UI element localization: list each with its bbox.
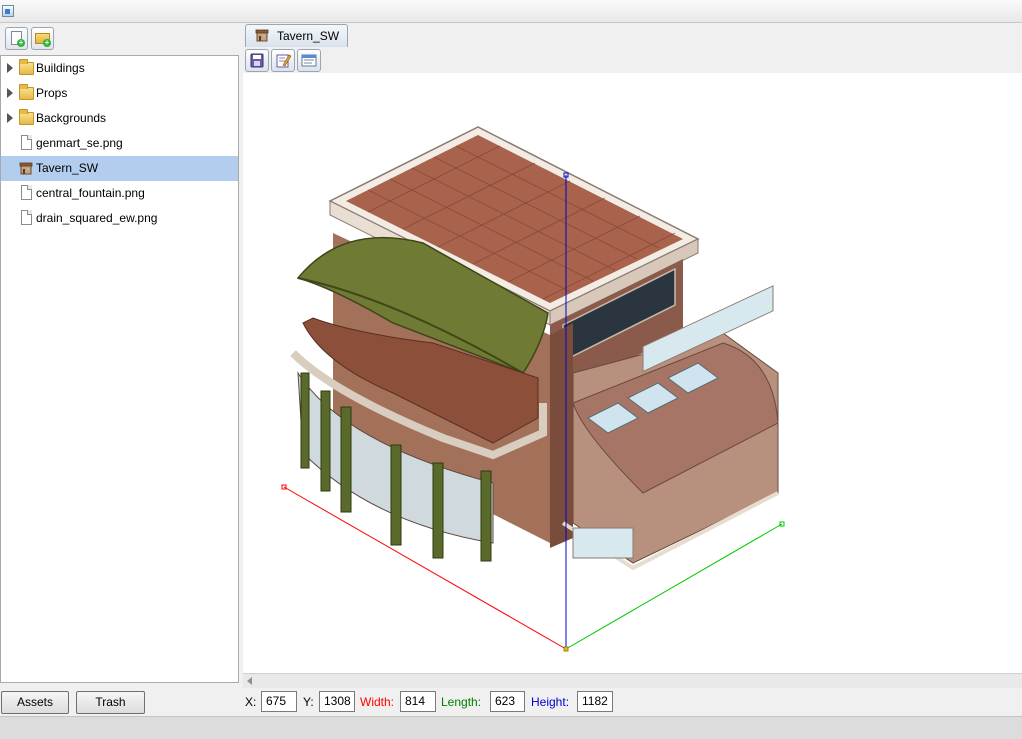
plus-icon: + (43, 38, 51, 47)
expand-arrow-icon[interactable] (7, 63, 13, 73)
tree-item-label: Buildings (36, 61, 85, 75)
building-icon (255, 29, 269, 42)
asset-tree[interactable]: Buildings Props Backgrounds genmart_se.p… (0, 55, 239, 683)
tree-item-label: Props (36, 86, 68, 100)
folder-icon (19, 109, 34, 125)
tree-item-backgrounds[interactable]: Backgrounds (1, 106, 238, 131)
edit-icon (276, 54, 292, 68)
width-label: Width: (360, 695, 395, 709)
tree-item-central-fountain[interactable]: central_fountain.png (1, 181, 238, 206)
horizontal-scrollbar[interactable] (243, 673, 1022, 688)
tab-tavern-sw[interactable]: Tavern_SW (245, 24, 348, 47)
tree-item-props[interactable]: Props (1, 81, 238, 106)
x-field[interactable]: 675 (261, 691, 297, 712)
tree-item-genmart[interactable]: genmart_se.png (1, 131, 238, 156)
building-sprite[interactable] (243, 73, 1022, 673)
app-icon (2, 5, 14, 17)
tab-label: Tavern_SW (277, 29, 340, 43)
building-icon (19, 162, 33, 175)
y-field[interactable]: 1308 (319, 691, 355, 712)
expand-arrow-icon[interactable] (7, 113, 13, 123)
tree-item-buildings[interactable]: Buildings (1, 56, 238, 81)
new-folder-button[interactable]: + (31, 27, 54, 50)
trash-button[interactable]: Trash (76, 691, 145, 714)
dimension-bar: X: 675 Y: 1308 Width: 814 Length: 623 He… (243, 690, 643, 714)
length-label: Length: (441, 695, 482, 709)
y-label: Y: (303, 695, 314, 709)
height-field[interactable]: 1182 (577, 691, 613, 712)
x-label: X: (245, 695, 257, 709)
save-icon (250, 53, 264, 68)
file-icon (21, 185, 32, 200)
properties-button[interactable] (297, 49, 321, 72)
tree-item-label: genmart_se.png (36, 136, 123, 150)
folder-icon (19, 59, 34, 75)
width-field[interactable]: 814 (400, 691, 436, 712)
length-field[interactable]: 623 (490, 691, 525, 712)
tree-item-label: drain_squared_ew.png (36, 211, 158, 225)
new-document-button[interactable]: + (5, 27, 28, 50)
editor-canvas[interactable] (243, 73, 1022, 673)
height-label: Height: (531, 695, 570, 709)
scroll-left-icon[interactable] (247, 677, 252, 685)
tree-item-label: Tavern_SW (36, 161, 99, 175)
file-icon (21, 135, 32, 150)
expand-arrow-icon[interactable] (7, 88, 13, 98)
status-bar (0, 716, 1022, 739)
tree-item-label: central_fountain.png (36, 186, 145, 200)
plus-icon: + (17, 38, 25, 47)
assets-button[interactable]: Assets (1, 691, 69, 714)
file-icon (21, 210, 32, 225)
asset-toolbar: + + (0, 23, 240, 55)
window-top-bar (0, 0, 1022, 23)
folder-icon (19, 84, 34, 100)
properties-icon (301, 54, 317, 67)
tree-item-label: Backgrounds (36, 111, 107, 125)
tree-item-drain-squared[interactable]: drain_squared_ew.png (1, 206, 238, 231)
save-button[interactable] (245, 49, 269, 72)
edit-button[interactable] (271, 49, 295, 72)
tree-item-tavern-sw[interactable]: Tavern_SW (1, 156, 238, 181)
